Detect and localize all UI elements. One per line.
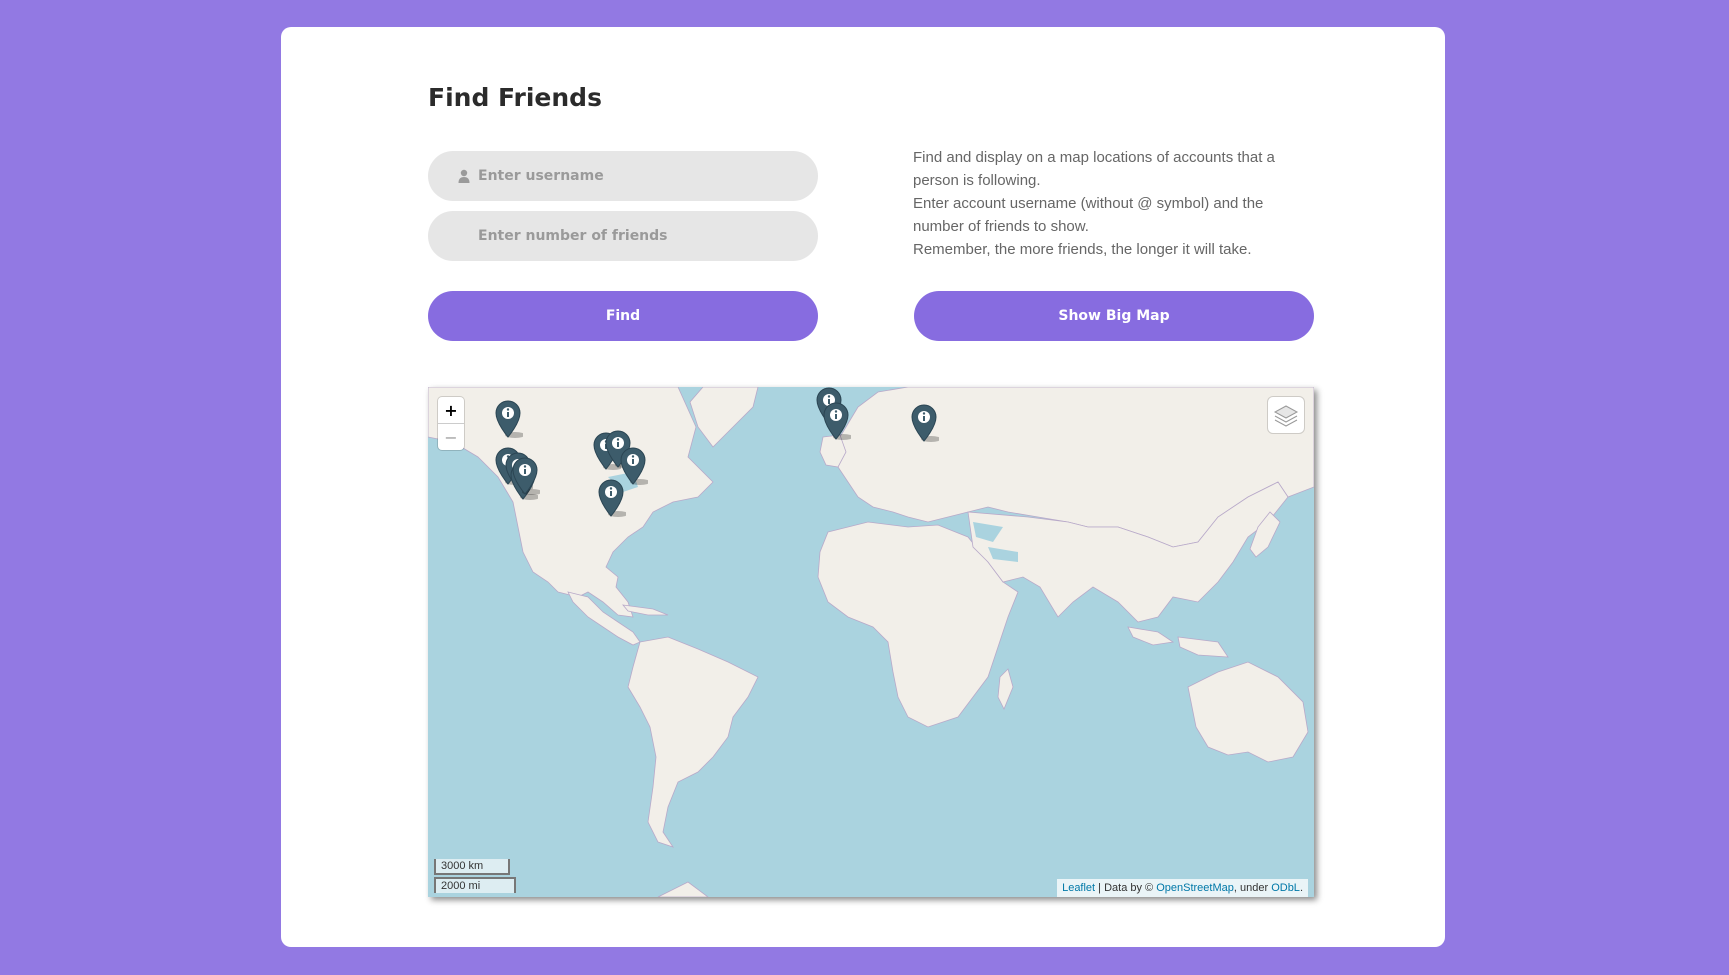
- odbl-link[interactable]: ODbL: [1271, 882, 1300, 894]
- page-title: Find Friends: [428, 83, 602, 112]
- username-placeholder: Enter username: [478, 168, 604, 184]
- friends-count-input[interactable]: Enter number of friends: [428, 211, 818, 261]
- zoom-out-button[interactable]: −: [438, 424, 464, 450]
- map-scale: 3000 km 2000 mi: [434, 857, 516, 893]
- scale-km: 3000 km: [434, 859, 510, 875]
- user-icon: [458, 169, 470, 183]
- osm-link[interactable]: OpenStreetMap: [1156, 882, 1234, 894]
- username-input[interactable]: Enter username: [428, 151, 818, 201]
- find-button[interactable]: Find: [428, 291, 818, 341]
- info-marker-icon: [823, 402, 853, 440]
- main-card: Find Friends Enter username Enter number…: [281, 27, 1445, 947]
- zoom-in-button[interactable]: +: [438, 397, 464, 424]
- zoom-control: + −: [438, 397, 464, 450]
- friend-marker[interactable]: [909, 403, 941, 443]
- description-line-3: Remember, the more friends, the longer i…: [913, 241, 1252, 258]
- info-marker-icon: [911, 404, 941, 442]
- friend-marker[interactable]: [821, 401, 853, 441]
- info-marker-icon: [598, 479, 628, 517]
- info-marker-icon: [512, 457, 542, 495]
- layers-icon: [1273, 405, 1299, 427]
- friend-marker[interactable]: [510, 456, 542, 496]
- show-big-map-button[interactable]: Show Big Map: [914, 291, 1314, 341]
- attribution-text-1: | Data by ©: [1095, 882, 1157, 894]
- layers-button[interactable]: [1268, 397, 1304, 433]
- attribution-text-3: .: [1299, 882, 1303, 894]
- description-line-1: Find and display on a map locations of a…: [913, 149, 1275, 189]
- leaflet-link[interactable]: Leaflet: [1062, 882, 1095, 894]
- friends-map[interactable]: + − 3000 km 2000 mi Leaflet | Data by © …: [428, 387, 1314, 897]
- description: Find and display on a map locations of a…: [913, 146, 1313, 261]
- friend-marker[interactable]: [596, 478, 628, 518]
- info-marker-icon: [495, 400, 525, 438]
- description-line-2: Enter account username (without @ symbol…: [913, 195, 1264, 235]
- map-attribution: Leaflet | Data by © OpenStreetMap, under…: [1057, 879, 1308, 897]
- scale-mi: 2000 mi: [434, 877, 516, 893]
- attribution-text-2: , under: [1233, 882, 1272, 894]
- world-map-tiles: [428, 387, 1314, 897]
- friend-marker[interactable]: [493, 399, 525, 439]
- friends-count-placeholder: Enter number of friends: [478, 228, 668, 244]
